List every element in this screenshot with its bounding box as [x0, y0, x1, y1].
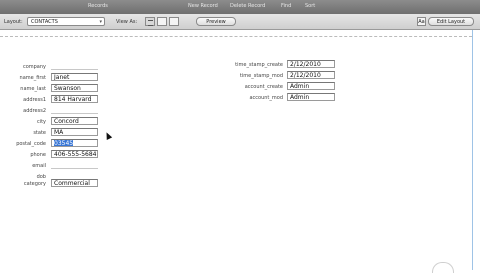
table-view-icon[interactable] — [169, 17, 179, 26]
preview-button[interactable]: Preview — [196, 17, 236, 26]
name-last-field[interactable]: Swanson — [51, 84, 98, 92]
form-view-icon[interactable] — [145, 17, 155, 26]
spinner-icon — [432, 262, 454, 273]
address2-field[interactable] — [51, 106, 98, 114]
city-label: city — [36, 119, 46, 125]
account-mod-field[interactable]: Admin — [287, 93, 335, 101]
time-stamp-mod-label: time_stamp_mod — [239, 73, 283, 79]
category-field[interactable]: Commercial — [51, 179, 98, 187]
chevron-down-icon: ▾ — [99, 19, 102, 25]
view-as-label: View As: — [116, 19, 138, 25]
record-content: company name_first Janet name_last Swans… — [0, 30, 480, 270]
address1-label: address1 — [23, 97, 46, 103]
window-toolbar: Records New Record Delete Record Find So… — [0, 0, 480, 14]
company-field[interactable] — [51, 62, 98, 70]
layout-select[interactable]: CONTACTS ▾ — [27, 17, 105, 26]
email-label: email — [32, 163, 46, 169]
name-first-label: name_first — [19, 75, 46, 81]
time-stamp-create-field[interactable]: 2/12/2010 — [287, 60, 335, 68]
company-label: company — [22, 64, 46, 70]
layout-bar: Layout: CONTACTS ▾ View As: Preview Aa E… — [0, 14, 480, 30]
layout-label: Layout: — [4, 19, 23, 25]
sort-button[interactable]: Sort — [305, 3, 315, 9]
account-create-label: account_create — [244, 84, 283, 90]
city-field[interactable]: Concord — [51, 117, 98, 125]
postal-code-value: 03545 — [54, 140, 74, 147]
delete-record-button[interactable]: Delete Record — [230, 3, 265, 9]
account-create-field[interactable]: Admin — [287, 82, 335, 90]
records-label: Records — [88, 3, 108, 9]
aa-button[interactable]: Aa — [417, 17, 426, 26]
phone-label: phone — [30, 152, 46, 158]
postal-code-field[interactable]: 03545 — [51, 139, 98, 147]
layout-divider — [0, 36, 472, 37]
state-label: state — [33, 130, 46, 136]
dob-label: dob — [36, 174, 46, 180]
edit-layout-button[interactable]: Edit Layout — [428, 17, 474, 26]
name-last-label: name_last — [20, 86, 46, 92]
time-stamp-mod-field[interactable]: 2/12/2010 — [287, 71, 335, 79]
account-mod-label: account_mod — [249, 95, 283, 101]
new-record-button[interactable]: New Record — [188, 3, 218, 9]
address1-field[interactable]: 814 Harvard — [51, 95, 98, 103]
state-field[interactable]: MA — [51, 128, 98, 136]
postal-code-label: postal_code — [16, 141, 46, 147]
email-field[interactable] — [51, 161, 98, 169]
time-stamp-create-label: time_stamp_create — [235, 62, 283, 68]
layout-select-value: CONTACTS — [31, 19, 58, 25]
phone-field[interactable]: 406-555-5684 — [51, 150, 98, 158]
list-view-icon[interactable] — [157, 17, 167, 26]
name-first-field[interactable]: Janet — [51, 73, 98, 81]
category-label: category — [23, 181, 46, 187]
address2-label: address2 — [23, 108, 46, 114]
find-button[interactable]: Find — [281, 3, 291, 9]
